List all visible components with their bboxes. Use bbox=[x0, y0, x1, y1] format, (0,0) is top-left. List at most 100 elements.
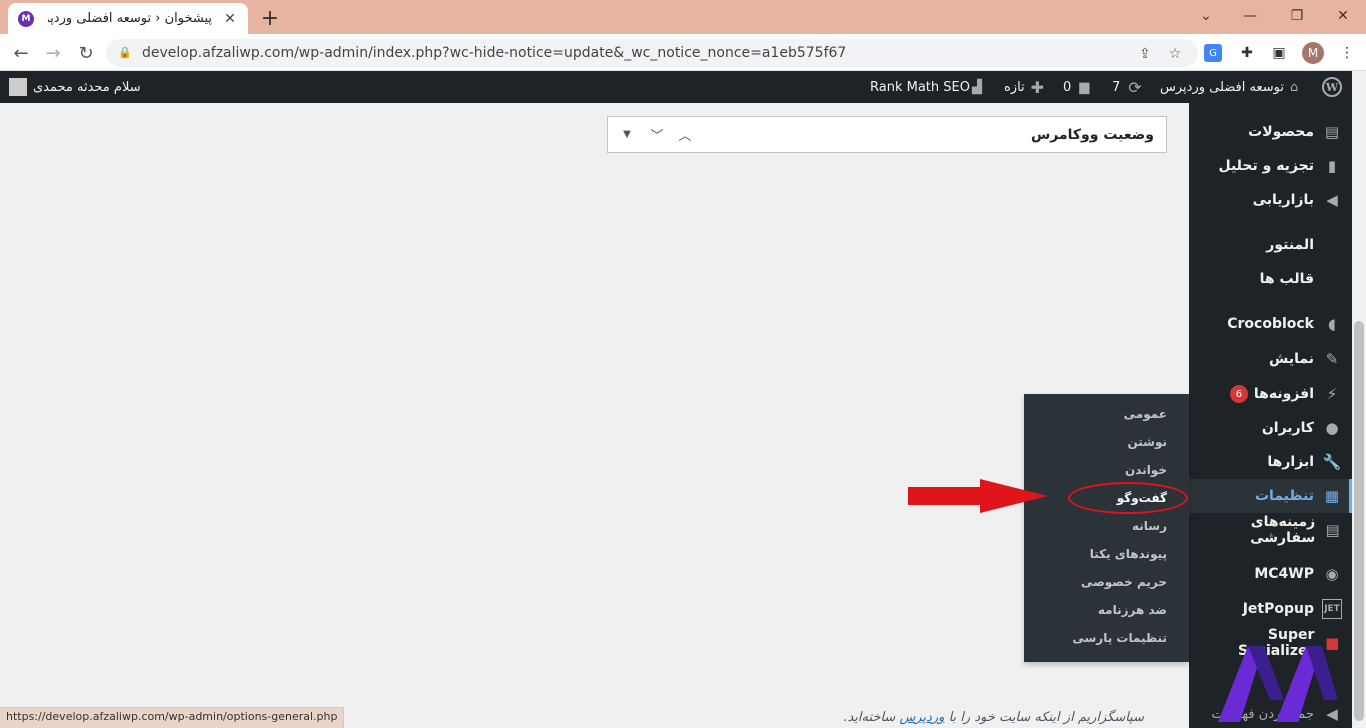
browser-toolbar: ← → ↻ 🔒 develop.afzaliwp.com/wp-admin/in… bbox=[0, 34, 1366, 71]
rank-math-icon: ▟ bbox=[971, 79, 982, 95]
new-label: تازه bbox=[1004, 79, 1025, 95]
footer-thankyou: سپاسگزاریم از اینکه سایت خود را با وردپر… bbox=[843, 710, 1144, 725]
site-favicon-icon: M bbox=[18, 10, 34, 27]
plugin-update-badge: 6 bbox=[1229, 385, 1248, 403]
menu-label: کاربران bbox=[1261, 420, 1314, 436]
chart-bar-icon: ▮ bbox=[1327, 157, 1337, 175]
jet-icon: JET bbox=[1322, 599, 1342, 619]
wrench-icon: 🔧 bbox=[1322, 453, 1342, 471]
profile-avatar[interactable]: M bbox=[1302, 42, 1324, 64]
comments-link[interactable]: 0 ▆ bbox=[1063, 71, 1089, 103]
menu-item-custom-fields[interactable]: ▤ زمینه‌های سفارشی bbox=[1189, 513, 1352, 547]
bookmark-star-icon[interactable]: ☆ bbox=[1166, 45, 1184, 63]
crocoblock-icon: ◖ bbox=[1328, 315, 1336, 333]
menu-item-appearance[interactable]: ✎ نمایش bbox=[1189, 342, 1352, 376]
forward-button[interactable]: → bbox=[40, 40, 66, 66]
tab-close-icon[interactable]: ✕ bbox=[222, 11, 238, 27]
minimize-button[interactable]: — bbox=[1238, 4, 1262, 28]
avatar bbox=[9, 78, 27, 96]
plugin-icon: ⚡ bbox=[1326, 385, 1338, 403]
submenu-item-media[interactable]: رسانه bbox=[1024, 512, 1189, 540]
menu-item-crocoblock[interactable]: ◖ Crocoblock bbox=[1189, 307, 1352, 341]
templates-icon bbox=[1322, 269, 1342, 289]
footer-text-after: ساخته‌اید. bbox=[843, 710, 900, 725]
close-window-button[interactable]: ✕ bbox=[1331, 4, 1355, 28]
rank-math-label: Rank Math SEO bbox=[870, 79, 970, 95]
extensions-puzzle-icon[interactable]: ✚ bbox=[1236, 42, 1258, 64]
submenu-item-writing[interactable]: نوشتن bbox=[1024, 428, 1189, 456]
scrollbar-thumb[interactable] bbox=[1354, 321, 1364, 721]
updates-count: 7 bbox=[1112, 79, 1121, 95]
tab-title: پیشخوان ‹ توسعه افضلی وردپرس - bbox=[48, 11, 212, 26]
submenu-item-permalinks[interactable]: پیوندهای یکتا bbox=[1024, 540, 1189, 568]
url-text: develop.afzaliwp.com/wp-admin/index.php?… bbox=[142, 45, 847, 61]
annotation-arrow-shaft bbox=[908, 487, 984, 505]
new-content-link[interactable]: ✚ تازه bbox=[1004, 71, 1044, 103]
menu-label: تنظیمات bbox=[1254, 488, 1314, 504]
menu-item-products[interactable]: ▤ محصولات bbox=[1189, 115, 1352, 149]
table-icon: ▤ bbox=[1325, 521, 1340, 539]
side-panel-icon[interactable]: ▣ bbox=[1268, 42, 1290, 64]
move-down-icon[interactable]: ﹀ bbox=[646, 123, 668, 145]
menu-label: ابزارها bbox=[1267, 454, 1314, 470]
toggle-panel-icon[interactable]: ▼ bbox=[616, 123, 638, 145]
browser-tabbar: M پیشخوان ‹ توسعه افضلی وردپرس - ✕ + ⌄ —… bbox=[0, 0, 1366, 34]
menu-item-plugins[interactable]: ⚡ افزونه‌ها 6 bbox=[1189, 377, 1352, 411]
move-up-icon[interactable]: ︿ bbox=[674, 123, 696, 145]
menu-item-jetpopup[interactable]: JET JetPopup bbox=[1189, 592, 1352, 626]
menu-label: تجزیه و تحلیل bbox=[1218, 158, 1314, 174]
page-scrollbar[interactable] bbox=[1352, 71, 1366, 728]
status-bar-url: https://develop.afzaliwp.com/wp-admin/op… bbox=[0, 707, 345, 728]
annotation-arrow-head bbox=[980, 479, 1048, 513]
settings-icon: ▦ bbox=[1324, 487, 1340, 505]
elementor-icon bbox=[1322, 235, 1342, 255]
new-tab-button[interactable]: + bbox=[258, 6, 282, 31]
menu-item-settings[interactable]: ▦ تنظیمات bbox=[1189, 479, 1352, 513]
brush-icon: ✎ bbox=[1325, 350, 1339, 368]
menu-label: افزونه‌ها bbox=[1253, 386, 1314, 402]
address-bar[interactable]: 🔒 develop.afzaliwp.com/wp-admin/index.ph… bbox=[106, 39, 1198, 67]
menu-item-partial[interactable] bbox=[1189, 93, 1352, 113]
submenu-item-parsi-settings[interactable]: تنظیمات پارسی bbox=[1024, 624, 1189, 652]
menu-item-elementor[interactable]: المنتور bbox=[1189, 228, 1352, 262]
menu-label: MC4WP bbox=[1254, 566, 1314, 582]
tab-search-chevron-icon[interactable]: ⌄ bbox=[1194, 4, 1218, 28]
menu-label: Crocoblock bbox=[1227, 316, 1314, 332]
submenu-item-antispam[interactable]: ضد هرزنامه bbox=[1024, 596, 1189, 624]
menu-label: نمایش bbox=[1269, 351, 1314, 367]
menu-item-analytics[interactable]: ▮ تجزیه و تحلیل bbox=[1189, 149, 1352, 183]
menu-item-users[interactable]: ● کاربران bbox=[1189, 411, 1352, 445]
restore-button[interactable]: ❐ bbox=[1285, 4, 1309, 28]
lock-icon: 🔒 bbox=[118, 46, 132, 59]
updates-link[interactable]: 7 ⟳ bbox=[1112, 71, 1142, 103]
reload-button[interactable]: ↻ bbox=[73, 40, 99, 66]
submenu-item-general[interactable]: عمومی bbox=[1024, 400, 1189, 428]
my-account-link[interactable]: سلام محدثه محمدی bbox=[9, 71, 141, 103]
menu-label: زمینه‌های سفارشی bbox=[1250, 514, 1316, 546]
browser-tab[interactable]: M پیشخوان ‹ توسعه افضلی وردپرس - ✕ bbox=[8, 3, 248, 34]
wp-admin-bar: W ⌂ توسعه افضلی وردپرس 7 ⟳ 0 ▆ ✚ تازه Ra… bbox=[0, 71, 1352, 103]
comment-icon: ▆ bbox=[1079, 79, 1090, 95]
menu-label: بازاریابی bbox=[1252, 192, 1314, 208]
user-icon: ● bbox=[1325, 419, 1339, 437]
plus-icon: ✚ bbox=[1030, 77, 1045, 97]
admin-menu-sidebar: ▤ محصولات ▮ تجزیه و تحلیل ◀ بازاریابی ال… bbox=[1189, 103, 1352, 728]
translate-extension-icon[interactable]: G bbox=[1204, 44, 1222, 62]
menu-item-templates[interactable]: قالب ها bbox=[1189, 262, 1352, 296]
browser-menu-icon[interactable]: ⋮ bbox=[1336, 42, 1358, 64]
widget-title: وضعیت ووکامرس bbox=[1030, 126, 1154, 143]
rank-math-link[interactable]: Rank Math SEO ▟ bbox=[870, 71, 982, 103]
menu-label: محصولات bbox=[1248, 124, 1314, 140]
menu-item-mc4wp[interactable]: ◉ MC4WP bbox=[1189, 557, 1352, 591]
woocommerce-status-widget: وضعیت ووکامرس ︿ ﹀ ▼ bbox=[607, 116, 1167, 153]
menu-item-marketing[interactable]: ◀ بازاریابی bbox=[1189, 183, 1352, 217]
archive-icon: ▤ bbox=[1324, 123, 1340, 141]
submenu-item-reading[interactable]: خواندن bbox=[1024, 456, 1189, 484]
footer-text-before: سپاسگزاریم از اینکه سایت خود را با bbox=[944, 710, 1144, 725]
back-button[interactable]: ← bbox=[8, 40, 34, 66]
wordpress-link[interactable]: وردپرس bbox=[899, 710, 944, 725]
menu-label: المنتور bbox=[1266, 237, 1314, 253]
share-icon[interactable]: ⇪ bbox=[1136, 45, 1154, 63]
submenu-item-privacy[interactable]: حریم خصوصی bbox=[1024, 568, 1189, 596]
menu-item-tools[interactable]: 🔧 ابزارها bbox=[1189, 445, 1352, 479]
